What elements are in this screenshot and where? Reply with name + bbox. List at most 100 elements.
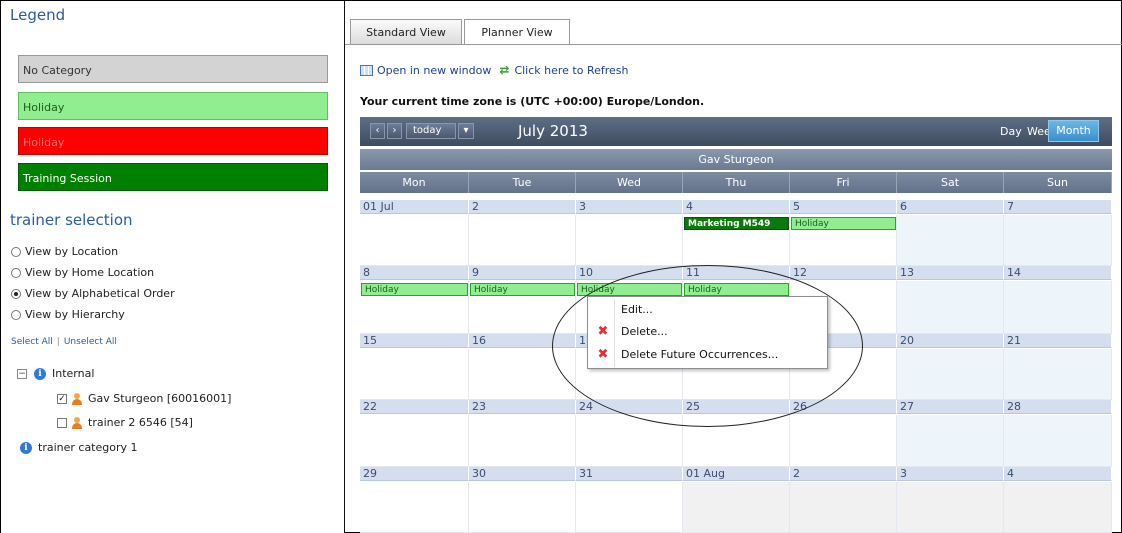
refresh-icon[interactable]: ⇄ <box>499 63 509 77</box>
day-cell[interactable] <box>576 215 683 266</box>
menu-item-delete[interactable]: ✖ Delete... <box>588 321 827 343</box>
tree-node-internal[interactable]: − i Internal <box>17 367 94 380</box>
tree-node-category[interactable]: i trainer category 1 <box>20 441 138 454</box>
day-number[interactable]: 2 <box>469 200 576 214</box>
menu-item-delete-future[interactable]: ✖ Delete Future Occurrences... <box>588 344 827 366</box>
day-cell[interactable] <box>897 281 1004 334</box>
day-number[interactable]: 7 <box>1004 200 1112 214</box>
day-cell[interactable] <box>683 415 790 467</box>
day-number[interactable]: 6 <box>897 200 1004 214</box>
day-number[interactable]: 30 <box>469 467 576 481</box>
day-number[interactable]: 9 <box>469 266 576 280</box>
day-cell[interactable] <box>1004 415 1112 467</box>
day-cell[interactable] <box>897 215 1004 266</box>
day-view-button[interactable]: Day <box>1000 125 1022 138</box>
day-cell[interactable] <box>1004 482 1112 533</box>
day-cell[interactable] <box>576 415 683 467</box>
day-number[interactable]: 24 <box>576 400 683 414</box>
radio-view-by-location[interactable]: View by Location <box>11 245 118 258</box>
day-cell[interactable] <box>469 349 576 400</box>
day-number[interactable]: 01 Aug <box>683 467 790 481</box>
day-number[interactable]: 2 <box>790 467 897 481</box>
day-number[interactable]: 31 <box>576 467 683 481</box>
day-cell[interactable] <box>360 349 469 400</box>
person-icon <box>71 392 83 405</box>
day-cell[interactable] <box>576 482 683 533</box>
day-number[interactable]: 23 <box>469 400 576 414</box>
day-number[interactable]: 3 <box>897 467 1004 481</box>
day-number[interactable]: 3 <box>576 200 683 214</box>
trainer-checkbox-checked[interactable]: ✓ <box>57 393 67 404</box>
day-cell[interactable] <box>360 215 469 266</box>
day-number[interactable]: 26 <box>790 400 897 414</box>
select-all-link[interactable]: Select All <box>11 337 53 347</box>
day-number[interactable]: 15 <box>360 334 469 348</box>
radio-button-selected[interactable] <box>11 288 21 299</box>
day-cell[interactable] <box>1004 281 1112 334</box>
calendar-event[interactable]: Marketing M549 <box>684 217 789 230</box>
day-number[interactable]: 25 <box>683 400 790 414</box>
day-cell[interactable] <box>897 482 1004 533</box>
radio-view-by-hierarchy[interactable]: View by Hierarchy <box>11 308 125 321</box>
next-month-button[interactable]: › <box>387 123 402 139</box>
chevron-down-icon[interactable]: ▾ <box>458 123 474 139</box>
tab-standard-view[interactable]: Standard View <box>350 19 462 44</box>
day-number[interactable]: 28 <box>1004 400 1112 414</box>
radio-view-by-alphabetical-order[interactable]: View by Alphabetical Order <box>11 287 175 300</box>
week-row: 01 Jul 2 3 4 5 6 7 Marketing M549 Holiday <box>360 200 1112 266</box>
day-cell[interactable] <box>360 415 469 467</box>
month-view-button[interactable]: Month <box>1048 120 1099 142</box>
day-number[interactable]: 10 <box>576 266 683 280</box>
day-number[interactable]: 5 <box>790 200 897 214</box>
day-cell[interactable] <box>1004 349 1112 400</box>
tab-planner-view[interactable]: Planner View <box>464 19 570 45</box>
today-button[interactable]: today <box>406 123 456 139</box>
day-number[interactable]: 21 <box>1004 334 1112 348</box>
day-cell[interactable] <box>469 415 576 467</box>
day-cell[interactable] <box>897 415 1004 467</box>
day-number[interactable]: 12 <box>790 266 897 280</box>
open-new-window-link[interactable]: Open in new window <box>377 64 491 77</box>
day-number[interactable]: 14 <box>1004 266 1112 280</box>
day-number[interactable]: 27 <box>897 400 1004 414</box>
day-number[interactable]: 29 <box>360 467 469 481</box>
radio-button[interactable] <box>11 246 21 257</box>
day-cell[interactable] <box>1004 215 1112 266</box>
calendar-event[interactable]: Holiday <box>470 283 575 296</box>
calendar-event[interactable]: Holiday <box>361 283 468 296</box>
day-cell[interactable] <box>790 415 897 467</box>
collapse-toggle-icon[interactable]: − <box>17 368 27 379</box>
left-panel: Legend No Category Holiday Holiday Train… <box>1 1 345 533</box>
day-cell[interactable] <box>790 482 897 533</box>
day-number[interactable]: 01 Jul <box>360 200 469 214</box>
day-number[interactable]: 13 <box>897 266 1004 280</box>
radio-view-by-home-location[interactable]: View by Home Location <box>11 266 154 279</box>
day-cell[interactable] <box>360 482 469 533</box>
day-cell[interactable] <box>469 482 576 533</box>
trainer-checkbox[interactable] <box>57 417 67 428</box>
day-number[interactable]: 16 <box>469 334 576 348</box>
day-number[interactable]: 20 <box>897 334 1004 348</box>
day-number[interactable]: 4 <box>1004 467 1112 481</box>
unselect-all-link[interactable]: Unselect All <box>64 337 117 347</box>
day-number[interactable]: 11 <box>683 266 790 280</box>
day-number[interactable]: 4 <box>683 200 790 214</box>
prev-month-button[interactable]: ‹ <box>370 123 385 139</box>
calendar-event[interactable]: Holiday <box>577 283 682 296</box>
day-cell[interactable] <box>897 349 1004 400</box>
select-links: Select All | Unselect All <box>11 337 117 347</box>
tree-node-trainer[interactable]: trainer 2 6546 [54] <box>57 416 193 429</box>
refresh-link[interactable]: Click here to Refresh <box>514 64 628 77</box>
day-cell[interactable] <box>683 482 790 533</box>
day-number[interactable]: 22 <box>360 400 469 414</box>
menu-item-edit[interactable]: Edit... <box>588 299 827 321</box>
separator: | <box>56 337 60 347</box>
red-x-icon: ✖ <box>597 347 609 362</box>
calendar-event[interactable]: Holiday <box>684 283 789 296</box>
day-number[interactable]: 8 <box>360 266 469 280</box>
day-cell[interactable] <box>469 215 576 266</box>
radio-button[interactable] <box>11 309 21 320</box>
radio-button[interactable] <box>11 267 21 278</box>
calendar-event[interactable]: Holiday <box>791 217 896 230</box>
tree-node-trainer[interactable]: ✓ Gav Sturgeon [60016001] <box>57 392 231 405</box>
